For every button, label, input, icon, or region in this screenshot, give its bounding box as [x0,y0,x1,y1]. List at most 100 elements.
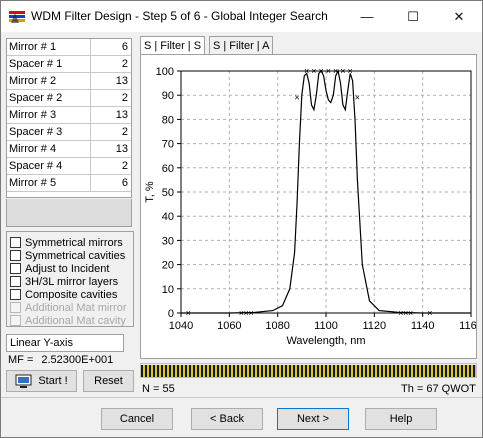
x-tick-label: 1040 [169,320,193,332]
y-tick-label: 10 [162,284,174,296]
mirror-layers-checkbox[interactable]: 3H/3L mirror layers [10,275,118,288]
param-row-mirror-5[interactable]: Mirror # 5 6 [7,175,131,192]
minimize-button[interactable]: — [344,1,390,32]
adjust-to-incident-checkbox[interactable]: Adjust to Incident [10,262,109,275]
x-tick-label: 1160 [459,320,476,332]
x-tick-label: 1120 [363,320,387,332]
start-label: Start ! [38,375,68,387]
target-marker: × [304,66,309,76]
param-value[interactable]: 2 [91,158,131,175]
layer-structure-strip [140,363,477,378]
cancel-button[interactable]: Cancel [101,408,173,430]
param-value[interactable]: 13 [91,141,131,158]
param-name: Mirror # 1 [7,39,91,56]
param-row-mirror-4[interactable]: Mirror # 4 13 [7,141,131,158]
param-row-spacer-3[interactable]: Spacer # 3 2 [7,124,131,141]
y-tick-label: 90 [162,90,174,102]
checkbox-box[interactable] [10,263,21,274]
tab-filter-s[interactable]: S | Filter | S [140,36,206,55]
layer-count: N = 55 [142,383,175,395]
option-label: Additional Mat cavity [25,314,126,327]
merit-label: MF = [8,354,34,366]
start-icon [15,374,32,388]
param-name: Spacer # 4 [7,158,91,175]
target-marker: × [326,66,331,76]
param-name: Spacer # 3 [7,124,91,141]
option-label: Symmetrical mirrors [25,236,123,249]
param-name: Mirror # 4 [7,141,91,158]
target-marker: × [408,308,413,318]
target-marker: × [333,66,338,76]
wizard-window: WDM Filter Design - Step 5 of 6 - Global… [0,0,483,438]
maximize-button[interactable]: ☐ [390,1,436,32]
back-button[interactable]: < Back [191,408,263,430]
param-row-spacer-2[interactable]: Spacer # 2 2 [7,90,131,107]
x-tick-label: 1080 [265,320,289,332]
reset-button[interactable]: Reset [83,370,134,392]
merit-function: MF = 2.52300E+001 [8,354,113,366]
target-marker: × [186,308,191,318]
x-axis-label: Wavelength, nm [286,335,365,347]
option-label: Composite cavities [25,288,118,301]
target-marker: × [294,93,299,103]
y-tick-label: 30 [162,235,174,247]
target-marker: × [319,66,324,76]
tab-filter-a[interactable]: S | Filter | A [209,36,274,54]
total-thickness: Th = 67 QWOT [401,383,476,395]
target-marker: × [311,66,316,76]
merit-value: 2.52300E+001 [41,354,114,366]
title-bar[interactable]: WDM Filter Design - Step 5 of 6 - Global… [1,1,482,32]
y-tick-label: 50 [162,187,174,199]
start-button[interactable]: Start ! [6,370,77,392]
next-button[interactable]: Next > [277,408,349,430]
param-value[interactable]: 2 [91,90,131,107]
x-tick-label: 1140 [411,320,435,332]
y-tick-label: 100 [156,66,174,78]
transmission-plot: 1040 1060 1080 1100 1120 1140 1160 0 10 20 30 40 50 6… [140,54,483,359]
target-marker: × [348,66,353,76]
checkbox-box[interactable] [10,250,21,261]
y-tick-label: 0 [168,308,174,320]
param-row-spacer-4[interactable]: Spacer # 4 2 [7,158,131,175]
param-value[interactable]: 2 [91,124,131,141]
composite-cavities-checkbox[interactable]: Composite cavities [10,288,117,301]
param-name: Mirror # 5 [7,175,91,192]
param-name: Mirror # 3 [7,107,91,124]
option-label: Additional Mat mirror [25,301,127,314]
help-button[interactable]: Help [365,408,437,430]
y-tick-label: 20 [162,260,174,272]
checkbox-box[interactable] [10,237,21,248]
symmetrical-mirrors-checkbox[interactable]: Symmetrical mirrors [10,236,123,249]
y-tick-label: 40 [162,211,174,223]
y-tick-label: 80 [162,114,174,126]
y-axis-label: T, % [144,181,156,203]
symmetrical-cavities-checkbox[interactable]: Symmetrical cavities [10,249,125,262]
param-row-mirror-3[interactable]: Mirror # 3 13 [7,107,131,124]
option-label: Symmetrical cavities [25,249,126,262]
y-axis-mode-select[interactable]: Linear Y-axis [6,334,124,352]
y-tick-label: 60 [162,163,174,175]
y-tick-label: 70 [162,139,174,151]
target-marker: × [355,93,360,103]
additional-mat-cavity-checkbox: Additional Mat cavity [10,314,126,327]
param-row-spacer-1[interactable]: Spacer # 1 2 [7,56,131,73]
param-value[interactable]: 6 [91,39,131,56]
close-button[interactable]: ✕ [436,1,482,32]
param-row-mirror-2[interactable]: Mirror # 2 13 [7,73,131,90]
param-value[interactable]: 6 [91,175,131,192]
target-marker: × [427,308,432,318]
param-value[interactable]: 13 [91,73,131,90]
additional-mat-mirror-checkbox: Additional Mat mirror [10,301,126,314]
checkbox-box[interactable] [10,276,21,287]
param-value[interactable]: 2 [91,56,131,73]
target-marker: × [340,66,345,76]
options-group: Symmetrical mirrors Symmetrical cavities… [6,231,134,327]
param-value[interactable]: 13 [91,107,131,124]
param-row-mirror-1[interactable]: Mirror # 1 6 [7,39,131,56]
checkbox-box[interactable] [10,289,21,300]
param-name: Spacer # 1 [7,56,91,73]
x-tick-label: 1060 [217,320,241,332]
param-name: Spacer # 2 [7,90,91,107]
checkbox-box [10,302,21,313]
option-label: 3H/3L mirror layers [25,275,119,288]
